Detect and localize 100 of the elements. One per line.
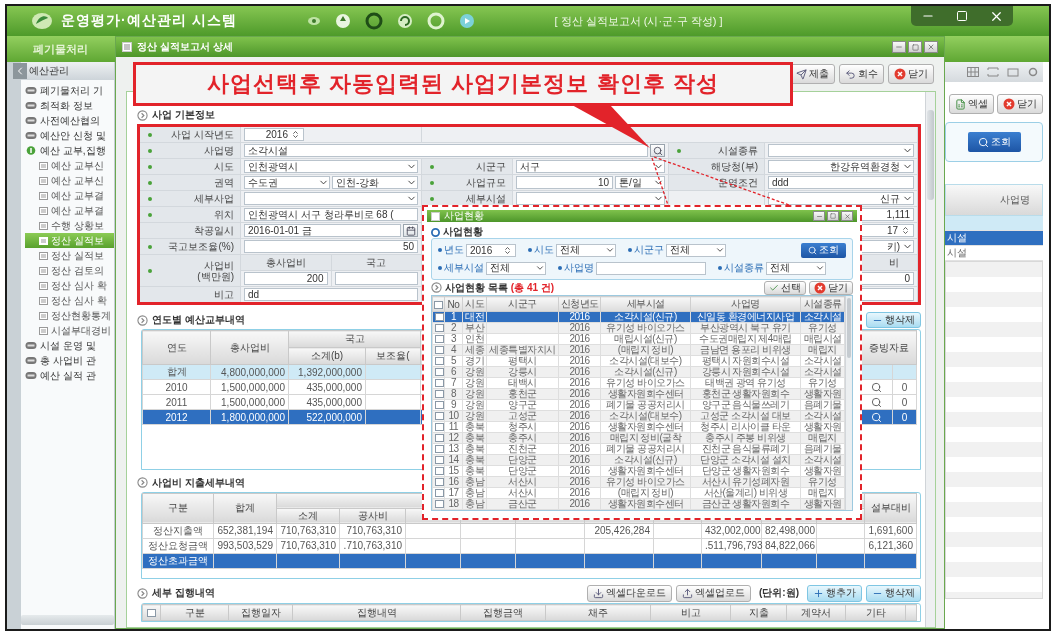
checkbox[interactable] xyxy=(435,456,444,465)
checkbox[interactable] xyxy=(435,434,444,443)
sidebar-item[interactable]: 정산현황통계 xyxy=(25,308,114,323)
table-row[interactable]: 18 충남 금산군 2016 생활자원회수센터 금산군 생활자원회수 생활자원 xyxy=(432,498,845,510)
checkbox[interactable] xyxy=(435,467,444,476)
checkbox[interactable] xyxy=(435,423,444,432)
table-row[interactable]: 15 충북 단양군 2016 생활자원회수센터 단양군 생활자원회수 생활자원 xyxy=(432,465,845,477)
search-button[interactable] xyxy=(650,144,665,157)
delete-row-button[interactable]: 행삭제 xyxy=(866,312,921,328)
checkbox[interactable] xyxy=(435,489,444,498)
minimize-button[interactable] xyxy=(813,211,825,221)
back-button[interactable] xyxy=(13,63,27,79)
checkbox[interactable] xyxy=(435,324,444,333)
search-button[interactable]: 조회 xyxy=(967,132,1021,152)
select-field[interactable]: 전체 xyxy=(556,243,616,257)
row-button[interactable]: 행추가 xyxy=(807,584,862,602)
search-button[interactable] xyxy=(871,411,882,423)
select-field[interactable]: 전체 xyxy=(486,261,546,275)
sidebar-item[interactable]: 사전예산협의 xyxy=(25,113,114,128)
excel-button[interactable]: 엑셀업로드 xyxy=(676,584,751,602)
table-row[interactable]: 1 대전 2016 소각시설(신규) 신일동 환경에너지사업 소각시설 xyxy=(432,311,845,323)
checkbox[interactable] xyxy=(435,313,444,322)
text-field[interactable]: dd xyxy=(244,288,418,301)
toolbar-button[interactable]: 제출 xyxy=(790,64,835,84)
table-row[interactable]: 13 충북 진천군 2016 폐기물 공공처리시 진천군 음식물류폐기 음폐기물 xyxy=(432,443,845,455)
table-row[interactable]: 6 강원 강릉시 2016 소각시설(신규) 강릉시 자원회수시설 소각시설 xyxy=(432,366,845,378)
scrollbar[interactable] xyxy=(21,615,114,625)
sidebar-item[interactable]: 예산 교부결 xyxy=(25,203,114,218)
search-button[interactable] xyxy=(871,381,882,393)
number-field[interactable]: 200 xyxy=(244,272,328,285)
table-row[interactable]: 12 충북 충주시 2016 매립지 정비(굴착 충주시 주봉 비위생 매립지 xyxy=(432,432,845,444)
text-field[interactable]: 소각시설 xyxy=(244,144,648,157)
sidebar-item[interactable]: 예산안 신청 및 xyxy=(25,128,114,143)
table-row[interactable]: 5 경기 평택시 2016 소각시설(대보수) 평택시 자원회수시설 소각시설 xyxy=(432,355,845,367)
popup-button[interactable]: 닫기 xyxy=(809,280,853,295)
table-row[interactable]: 16 충남 서산시 2016 유기성 바이오가스 서산시 유기성폐자원 유기성 xyxy=(432,476,845,488)
table-row[interactable]: 10 강원 고성군 2016 소각시설(대보수) 고성군 소각시설 대보 소각시설 xyxy=(432,410,845,422)
select-field[interactable]: 한강유역환경청 xyxy=(768,160,914,173)
checkbox[interactable] xyxy=(435,335,444,344)
input-field[interactable] xyxy=(596,261,706,275)
select-field[interactable]: 전체 xyxy=(666,243,726,257)
play-icon[interactable] xyxy=(458,13,475,29)
scrollbar[interactable] xyxy=(845,296,852,510)
sidebar-item[interactable]: 시설 운영 및 xyxy=(25,338,114,353)
select-field[interactable]: 인천광역시 xyxy=(244,160,418,173)
excel-button[interactable]: 엑셀다운로드 xyxy=(587,584,672,602)
select-field[interactable]: 전체 xyxy=(766,261,826,275)
checkbox[interactable] xyxy=(435,346,444,355)
text-field[interactable]: ddd xyxy=(768,176,914,189)
gear-icon[interactable] xyxy=(1027,67,1039,77)
maximize-button[interactable] xyxy=(827,211,839,221)
recycle-icon[interactable] xyxy=(334,13,351,29)
checkbox[interactable] xyxy=(435,412,444,421)
table-row[interactable]: 17 충남 서산시 2016 (매립지 정비) 서산(울계리) 비위생 매립지 xyxy=(432,487,845,499)
frame-icon[interactable] xyxy=(987,67,999,77)
table-row[interactable]: 2 부산 2016 유기성 바이오가스 부산광역시 북구 유기 유기성 xyxy=(432,322,845,334)
sidebar-item[interactable]: 수행 상황보 xyxy=(25,218,114,233)
spin-field[interactable]: 2016 xyxy=(466,243,516,257)
sidebar-item[interactable]: 정산 검토의 xyxy=(25,263,114,278)
number-field[interactable]: 50 xyxy=(244,240,418,253)
table-row[interactable]: 4 세종 세종특별자치시 2016 (매립지 정비) 금남면 용포리 비위생 매립지 xyxy=(432,344,845,356)
toolbar-button[interactable]: 회수 xyxy=(839,64,884,84)
sidebar-item[interactable]: 시설부대경비 xyxy=(25,323,114,338)
select-field[interactable]: 신규 xyxy=(768,192,914,205)
table-row[interactable]: 9 강원 양구군 2016 폐기물 공공처리시 양구군 음식물쓰레기 음폐기물 xyxy=(432,399,845,411)
checkbox[interactable] xyxy=(435,379,444,388)
checkbox[interactable] xyxy=(435,368,444,377)
row-button[interactable]: 행삭제 xyxy=(866,584,921,602)
window-icon[interactable] xyxy=(1007,67,1019,77)
sidebar-item[interactable]: 최적화 정보 xyxy=(25,98,114,113)
sidebar-item[interactable]: 예산 교부신 xyxy=(25,173,114,188)
ring-icon[interactable] xyxy=(364,12,383,30)
scrollbar[interactable] xyxy=(925,92,935,627)
toolbar-button[interactable]: 닫기 xyxy=(997,94,1043,114)
date-field[interactable]: 2016-01-01 금 xyxy=(244,224,401,237)
checkbox[interactable] xyxy=(434,300,443,309)
select-field[interactable]: 서구 xyxy=(516,160,665,173)
close-button[interactable] xyxy=(841,211,853,221)
sidebar-item[interactable]: 정산 실적보 xyxy=(25,248,114,263)
table-row[interactable]: 14 충북 단양군 2016 소각시설(신규) 단양군 소각시설 설치 소각시설 xyxy=(432,454,845,466)
spin-field[interactable]: 2016 xyxy=(244,128,304,141)
checkbox[interactable] xyxy=(435,478,444,487)
checkbox[interactable] xyxy=(435,390,444,399)
select-field[interactable]: 톤/일 xyxy=(615,176,665,189)
checkbox[interactable] xyxy=(435,401,444,410)
text-field[interactable]: 인천광역시 서구 청라루비로 68 ( xyxy=(244,208,418,221)
eye-icon[interactable] xyxy=(306,16,321,26)
number-field[interactable]: 10 xyxy=(516,176,613,189)
table-row[interactable]: 8 강원 홍천군 2016 생활자원회수센터 홍천군 생활자원회수 생활자원 xyxy=(432,388,845,400)
minimize-button[interactable] xyxy=(892,41,906,53)
search-button[interactable] xyxy=(871,396,882,408)
table-row[interactable]: 7 강원 태백시 2016 유기성 바이오가스 태백권 광역 유기성 유기성 xyxy=(432,377,845,389)
refresh-icon[interactable] xyxy=(396,13,413,29)
select-field[interactable]: 수도권 xyxy=(244,176,330,189)
popup-button[interactable]: 선택 xyxy=(764,280,806,295)
toolbar-button[interactable]: 닫기 xyxy=(888,64,934,84)
table-row[interactable]: 3 인천 2016 매립시설(신규) 수도권매립지 제4매립 매립시설 xyxy=(432,333,845,345)
checkbox[interactable] xyxy=(435,445,444,454)
sidebar-item[interactable]: 예산 교부,집행 xyxy=(25,143,114,158)
checkbox[interactable] xyxy=(147,609,156,618)
